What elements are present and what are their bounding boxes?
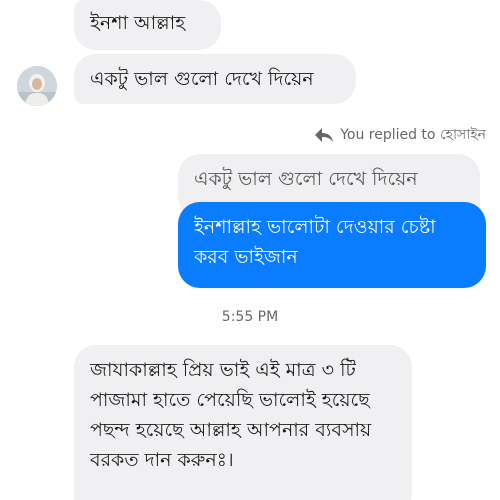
replied-label: You replied to হোসাইন — [340, 127, 486, 143]
incoming-message-bubble[interactable]: ইনশা আল্লাহ — [74, 0, 221, 50]
outgoing-message-bubble[interactable]: ইনশাল্লাহ ভালোটা দেওয়ার চেষ্টা করব ভাইজ… — [178, 202, 486, 288]
replied-indicator: You replied to হোসাইন — [314, 124, 486, 146]
quoted-text: একটু ভাল গুলো দেখে দিয়েন — [194, 168, 418, 190]
incoming-message-bubble[interactable]: একটু ভাল গুলো দেখে দিয়েন — [74, 54, 356, 104]
user-avatar-icon — [17, 66, 57, 106]
chat-thread: ইনশা আল্লাহ একটু ভাল গুলো দেখে দিয়েন Yo… — [0, 0, 500, 500]
message-text: জাযাকাল্লাহ প্রিয় ভাই এই মাত্র ৩ টি পাজ… — [90, 359, 372, 471]
avatar[interactable] — [17, 66, 57, 106]
reply-arrow-icon — [314, 126, 334, 144]
timestamp: 5:55 PM — [221, 309, 279, 325]
message-text: ইনশাল্লাহ ভালোটা দেওয়ার চেষ্টা করব ভাইজ… — [194, 216, 436, 268]
message-text: একটু ভাল গুলো দেখে দিয়েন — [90, 68, 314, 90]
incoming-message-bubble[interactable]: জাযাকাল্লাহ প্রিয় ভাই এই মাত্র ৩ টি পাজ… — [74, 345, 412, 500]
message-text: ইনশা আল্লাহ — [90, 12, 186, 34]
